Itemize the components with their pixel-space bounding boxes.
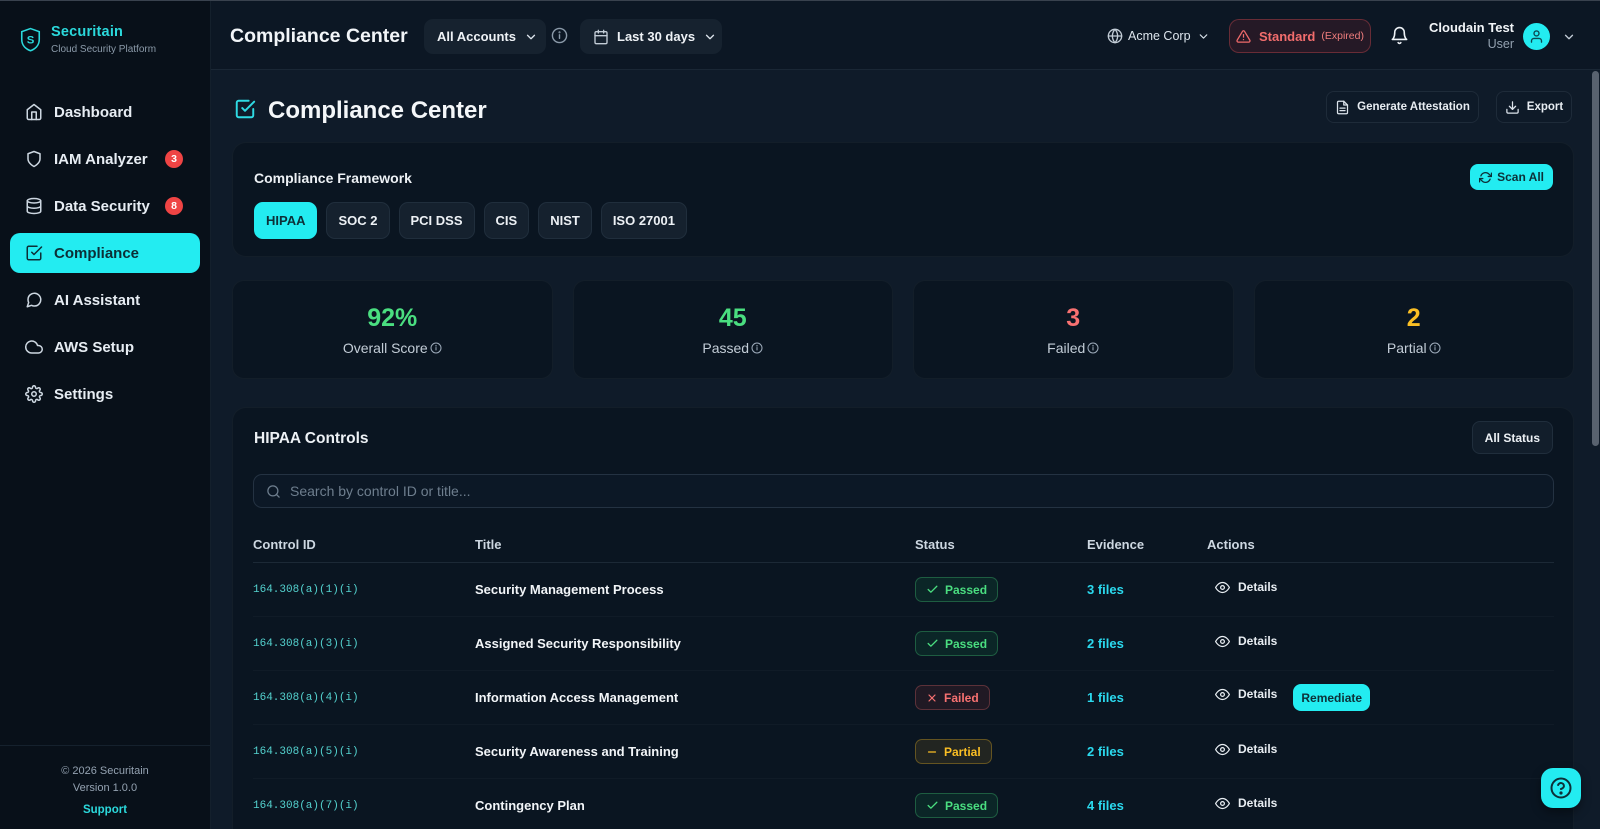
svg-text:S: S <box>27 34 35 46</box>
